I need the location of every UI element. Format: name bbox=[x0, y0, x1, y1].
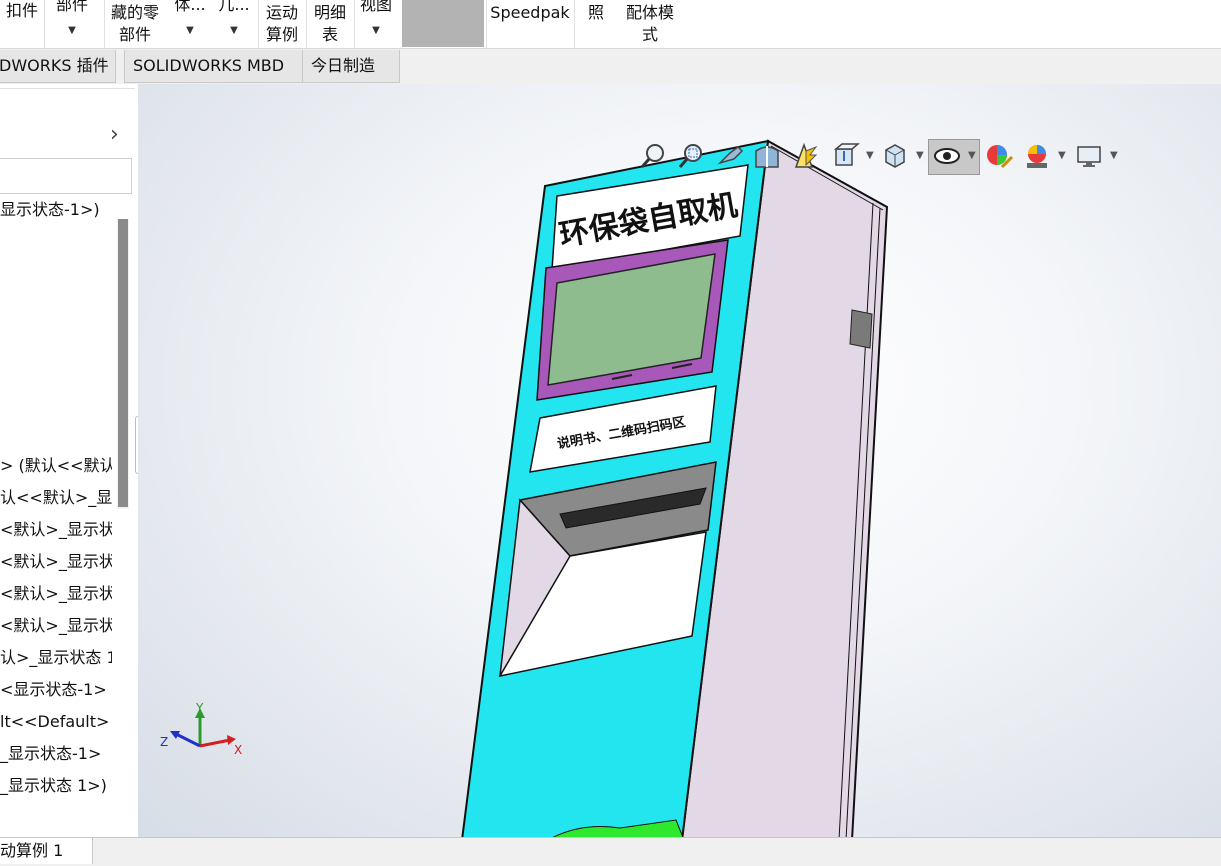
triad-x-label: X bbox=[234, 743, 242, 757]
ribbon-speedpak-button[interactable]: Speedpak bbox=[490, 2, 570, 24]
ribbon-separator bbox=[104, 0, 105, 48]
chevron-right-icon[interactable]: › bbox=[110, 122, 119, 147]
tab-motion-study-1[interactable]: 动算例 1 bbox=[0, 838, 93, 864]
tab-solidworks-mbd[interactable]: SOLIDWORKS MBD bbox=[124, 50, 304, 83]
tree-item[interactable]: <默认>_显示状 bbox=[0, 582, 112, 606]
kiosk-model: 环保袋自取机 说明书、二维码扫码区 bbox=[461, 139, 889, 837]
apply-scene-icon[interactable] bbox=[1022, 141, 1052, 171]
tree-item[interactable]: 认>_显示状态 1 bbox=[0, 646, 112, 670]
dynamic-annotation-icon[interactable] bbox=[790, 141, 820, 171]
dropdown-arrow-icon[interactable]: ▼ bbox=[172, 24, 208, 38]
view-orientation-icon[interactable] bbox=[830, 141, 860, 171]
tree-item[interactable]: _显示状态 1>) bbox=[0, 774, 112, 798]
dropdown-arrow-icon[interactable]: ▼ bbox=[216, 24, 252, 38]
dropdown-arrow-icon[interactable]: ▼ bbox=[916, 150, 924, 161]
tree-item[interactable]: _显示状态-1> bbox=[0, 742, 112, 766]
triad-y-label: Y bbox=[195, 701, 204, 715]
tree-item[interactable]: <默认>_显示状 bbox=[0, 518, 112, 542]
ribbon-label: 配体模 bbox=[625, 3, 674, 22]
tree-item[interactable]: <显示状态-1> bbox=[0, 678, 112, 702]
hide-show-items-icon[interactable] bbox=[932, 141, 962, 171]
ribbon-config-mode-button[interactable]: 配体模式 bbox=[620, 2, 680, 46]
ribbon-separator bbox=[354, 0, 355, 48]
ribbon-label: 视图 bbox=[359, 0, 392, 14]
tree-filter-input[interactable] bbox=[0, 158, 132, 194]
ribbon-separator bbox=[44, 0, 45, 48]
ribbon-label: 算例 bbox=[265, 25, 298, 44]
ribbon-label: 表 bbox=[321, 25, 338, 44]
ribbon-component-button[interactable]: 部件 ▼ bbox=[52, 0, 92, 38]
section-view-icon[interactable] bbox=[752, 141, 782, 171]
ribbon-separator bbox=[306, 0, 307, 48]
ribbon-label: 藏的零 bbox=[110, 3, 159, 22]
ribbon-label: 运动 bbox=[265, 3, 298, 22]
command-manager-ribbon: 扣件 部件 ▼ 藏的零 部件 体... ▼ 几... ▼ 运动 算例 明细表 视图 ▼ Sp… bbox=[0, 0, 1221, 49]
zoom-to-fit-icon[interactable] bbox=[638, 141, 668, 171]
ribbon-geometry-button[interactable]: 几... ▼ bbox=[216, 0, 252, 38]
tab-today-manufacturing[interactable]: 今日制造 bbox=[302, 50, 400, 83]
ribbon-bom-button[interactable]: 明细表 bbox=[310, 2, 350, 46]
display-style-icon[interactable] bbox=[880, 141, 910, 171]
ribbon-hidden-parts-button[interactable]: 藏的零 部件 bbox=[108, 2, 162, 46]
dropdown-arrow-icon[interactable]: ▼ bbox=[968, 150, 976, 161]
dropdown-arrow-icon[interactable]: ▼ bbox=[866, 150, 874, 161]
ribbon-label: 式 bbox=[641, 25, 658, 44]
ribbon-fastener-button[interactable]: 扣件 bbox=[2, 0, 42, 22]
ribbon-label: 几... bbox=[218, 0, 250, 14]
hinge bbox=[849, 309, 873, 349]
ribbon-label: Speedpak bbox=[490, 3, 570, 22]
bottom-tab-bar: 动算例 1 bbox=[0, 837, 1221, 866]
dropdown-arrow-icon[interactable]: ▼ bbox=[1110, 150, 1118, 161]
ribbon-separator bbox=[574, 0, 575, 48]
tree-item[interactable]: 显示状态-1>) bbox=[0, 198, 112, 222]
edit-appearance-icon[interactable] bbox=[984, 141, 1014, 171]
ribbon-label: 部件 bbox=[55, 0, 88, 14]
dropdown-arrow-icon[interactable]: ▼ bbox=[356, 24, 396, 38]
tab-solidworks-addins[interactable]: DWORKS 插件 bbox=[0, 50, 116, 83]
ribbon-label: 照 bbox=[587, 3, 604, 22]
feature-manager-panel: › 显示状态-1>) > (默认<<默认 认<<默认>_显 <默认>_显示状 <… bbox=[0, 84, 139, 837]
tree-scrollbar-thumb[interactable] bbox=[118, 219, 128, 507]
dropdown-arrow-icon[interactable]: ▼ bbox=[1058, 150, 1066, 161]
tree-item[interactable]: <默认>_显示状 bbox=[0, 614, 112, 638]
zoom-to-area-icon[interactable] bbox=[676, 141, 706, 171]
tree-item[interactable]: lt<<Default> bbox=[0, 710, 112, 734]
dropdown-arrow-icon[interactable]: ▼ bbox=[52, 24, 92, 38]
tree-item[interactable]: <默认>_显示状 bbox=[0, 550, 112, 574]
panel-divider bbox=[0, 88, 135, 89]
ribbon-view-button[interactable]: 视图 ▼ bbox=[356, 0, 396, 38]
ribbon-label: 体... bbox=[174, 0, 206, 14]
ribbon-separator bbox=[486, 0, 487, 48]
ribbon-body-button[interactable]: 体... ▼ bbox=[172, 0, 208, 38]
tree-item[interactable]: > (默认<<默认 bbox=[0, 454, 112, 478]
ribbon-motion-study-button[interactable]: 运动 算例 bbox=[262, 2, 302, 46]
graphics-viewport[interactable]: 环保袋自取机 说明书、二维码扫码区 ▼ ▼ ▼ ▼ ▼ Y X Z bbox=[138, 84, 1221, 837]
ribbon-snapshot-button[interactable]: 照 bbox=[584, 2, 608, 24]
ribbon-separator bbox=[258, 0, 259, 48]
view-settings-icon[interactable] bbox=[1074, 141, 1104, 171]
ribbon-placeholder-button[interactable] bbox=[402, 0, 484, 47]
ribbon-label: 部件 bbox=[118, 25, 151, 44]
reference-triad: Y X Z bbox=[160, 701, 242, 757]
triad-z-label: Z bbox=[160, 735, 168, 749]
previous-view-icon[interactable] bbox=[716, 141, 746, 171]
ribbon-label: 扣件 bbox=[5, 1, 38, 20]
ribbon-label: 明细 bbox=[313, 3, 346, 22]
tree-item[interactable]: 认<<默认>_显 bbox=[0, 486, 112, 510]
